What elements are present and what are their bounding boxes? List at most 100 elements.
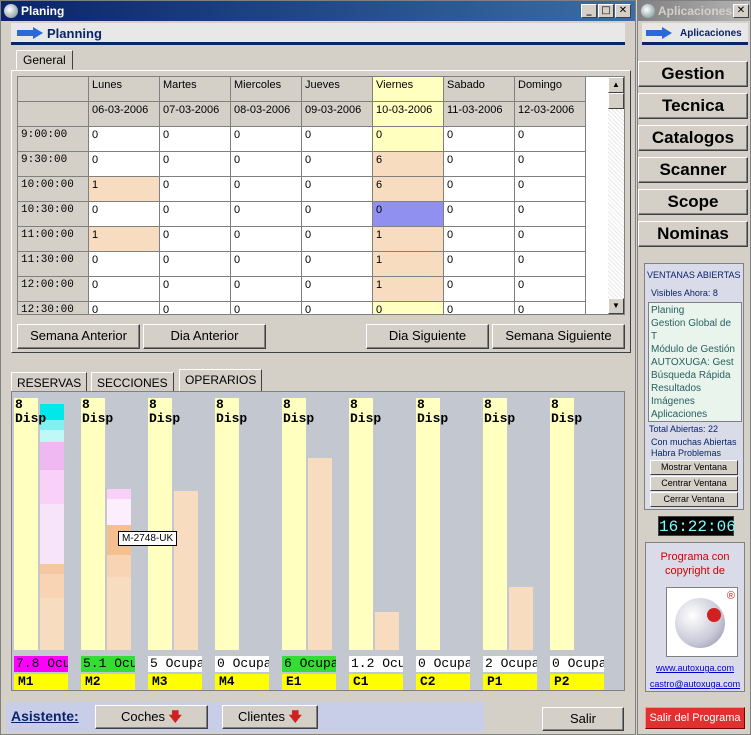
list-item[interactable]: Módulo de Gestión [651, 343, 739, 356]
reserva-segment[interactable] [40, 574, 64, 598]
day-header[interactable]: Viernes [373, 77, 444, 102]
operario-code[interactable]: P1 [483, 674, 537, 690]
operario-column[interactable]: 8 Disp 1.2 Ocu C1 [349, 392, 413, 690]
operario-column[interactable]: 8 Disp 0 Ocupa C2 [416, 392, 480, 690]
grid-cell[interactable]: 0 [515, 227, 586, 252]
date-header[interactable]: 06-03-2006 [89, 102, 160, 127]
date-header[interactable]: 11-03-2006 [444, 102, 515, 127]
exit-program-button[interactable]: Salir del Programa [645, 707, 745, 729]
grid-cell[interactable]: 0 [444, 302, 515, 314]
grid-cell[interactable]: 0 [444, 252, 515, 277]
grid-cell[interactable]: 0 [302, 177, 373, 202]
grid-cell[interactable]: 0 [515, 302, 586, 314]
grid-cell[interactable]: 0 [302, 127, 373, 152]
date-header[interactable]: 07-03-2006 [160, 102, 231, 127]
list-item[interactable]: Planing [651, 304, 739, 317]
mostrar-ventana-button[interactable]: Mostrar Ventana [650, 460, 738, 475]
cerrar-ventana-button[interactable]: Cerrar Ventana [650, 492, 738, 507]
menu-gestion[interactable]: Gestion [638, 61, 748, 87]
grid-cell[interactable]: 1 [89, 177, 160, 202]
grid-cell[interactable]: 0 [515, 252, 586, 277]
grid-cell[interactable]: 1 [373, 252, 444, 277]
scroll-up-icon[interactable]: ▲ [608, 77, 624, 93]
reserva-segment[interactable] [40, 442, 64, 470]
operario-code[interactable]: P2 [550, 674, 604, 690]
menu-scope[interactable]: Scope [638, 189, 748, 215]
grid-cell[interactable]: 0 [302, 277, 373, 302]
grid-cell[interactable]: 0 [89, 252, 160, 277]
grid-cell[interactable]: 0 [89, 277, 160, 302]
grid-cell[interactable]: 0 [373, 302, 444, 314]
grid-cell[interactable]: 0 [231, 227, 302, 252]
minimize-button[interactable]: _ [581, 4, 597, 18]
list-item[interactable]: Resultados [651, 382, 739, 395]
grid-cell[interactable]: 0 [89, 127, 160, 152]
clientes-button[interactable]: Clientes 🡇 [222, 705, 318, 729]
grid-cell[interactable]: 0 [160, 252, 231, 277]
grid-cell[interactable]: 0 [515, 127, 586, 152]
centrar-ventana-button[interactable]: Centrar Ventana [650, 476, 738, 491]
grid-cell[interactable]: 0 [231, 277, 302, 302]
date-header[interactable]: 09-03-2006 [302, 102, 373, 127]
grid-cell[interactable]: 0 [231, 302, 302, 314]
operario-code[interactable]: E1 [282, 674, 336, 690]
grid-cell[interactable]: 0 [160, 277, 231, 302]
reserva-segment[interactable] [107, 555, 131, 577]
reserva-segment[interactable] [40, 430, 64, 442]
grid-cell[interactable]: 0 [444, 227, 515, 252]
day-header[interactable]: Domingo [515, 77, 586, 102]
operario-column[interactable]: 8 Disp 7.8 Ocu M1 [14, 392, 78, 690]
grid-cell[interactable]: 0 [160, 227, 231, 252]
reserva-segment[interactable] [40, 564, 64, 574]
grid-cell[interactable]: 0 [89, 152, 160, 177]
day-header[interactable]: Sabado [444, 77, 515, 102]
close-button[interactable]: ✕ [615, 4, 631, 18]
email-link[interactable]: castro@autoxuga.com [646, 679, 744, 689]
operario-code[interactable]: M2 [81, 674, 135, 690]
grid-cell[interactable]: 0 [89, 302, 160, 314]
grid-cell[interactable]: 0 [89, 202, 160, 227]
reserva-segment[interactable] [40, 470, 64, 504]
list-item[interactable]: AUTOXUGA: Gest [651, 356, 739, 369]
operario-column[interactable]: 8 Disp 0 Ocupa M4 [215, 392, 279, 690]
operario-column[interactable]: 8 Disp 6 Ocupa E1 [282, 392, 346, 690]
reserva-segment[interactable] [107, 499, 131, 525]
list-item[interactable]: Búsqueda Rápida [651, 369, 739, 382]
salir-button[interactable]: Salir [542, 707, 624, 731]
grid-cell[interactable]: 0 [444, 127, 515, 152]
operario-column[interactable]: 8 Disp 0 Ocupa P2 [550, 392, 614, 690]
tab-general[interactable]: General [16, 50, 73, 70]
menu-tecnica[interactable]: Tecnica [638, 93, 748, 119]
grid-cell[interactable]: 0 [231, 152, 302, 177]
grid-cell[interactable]: 0 [302, 202, 373, 227]
list-item[interactable]: Imágenes [651, 395, 739, 408]
menu-nominas[interactable]: Nominas [638, 221, 748, 247]
grid-cell[interactable]: 1 [373, 227, 444, 252]
operario-column[interactable]: 8 Disp 2 Ocupa P1 [483, 392, 547, 690]
prev-day-button[interactable]: Dia Anterior [143, 324, 266, 349]
operario-code[interactable]: C1 [349, 674, 403, 690]
grid-cell[interactable]: 0 [160, 202, 231, 227]
grid-cell[interactable]: 1 [373, 277, 444, 302]
grid-scrollbar[interactable]: ▲ ▼ [608, 77, 624, 314]
day-header[interactable]: Martes [160, 77, 231, 102]
operario-code[interactable]: M1 [14, 674, 68, 690]
scroll-down-icon[interactable]: ▼ [608, 298, 624, 314]
menu-catalogos[interactable]: Catalogos [638, 125, 748, 151]
grid-cell[interactable]: 0 [302, 227, 373, 252]
date-header[interactable]: 10-03-2006 [373, 102, 444, 127]
grid-cell[interactable]: 0 [515, 277, 586, 302]
grid-cell[interactable]: 0 [302, 302, 373, 314]
grid-cell[interactable]: 0 [160, 152, 231, 177]
grid-cell[interactable]: 0 [373, 127, 444, 152]
reserva-segment[interactable] [107, 489, 131, 499]
maximize-button[interactable]: □ [598, 4, 614, 18]
grid-cell[interactable]: 0 [373, 202, 444, 227]
day-header[interactable]: Miercoles [231, 77, 302, 102]
grid-cell[interactable]: 0 [160, 177, 231, 202]
prev-week-button[interactable]: Semana Anterior [17, 324, 140, 349]
operario-code[interactable]: M4 [215, 674, 269, 690]
operario-code[interactable]: C2 [416, 674, 470, 690]
close-button[interactable]: ✕ [733, 4, 749, 18]
aplicaciones-titlebar[interactable]: Aplicaciones ✕ [638, 1, 750, 21]
